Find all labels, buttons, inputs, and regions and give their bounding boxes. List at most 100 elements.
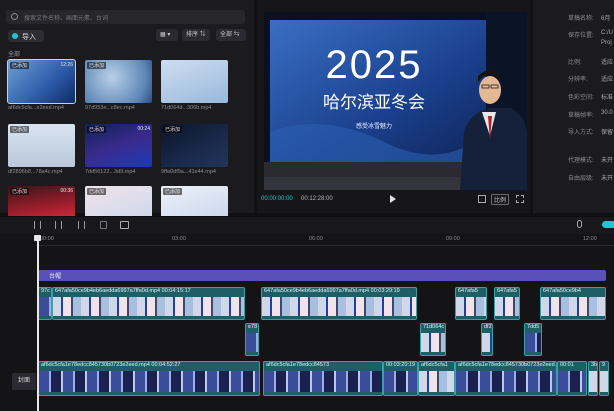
clip-duration: 00:22 [137, 188, 150, 194]
search-input[interactable]: 搜索文件名称、画面元素、台词 [6, 10, 245, 24]
clip-title: af6dc5cfa1e78edcc84573 [266, 362, 329, 368]
clip-filmstrip [456, 297, 486, 316]
ruler-label: 12:00 [583, 236, 597, 242]
image-icon[interactable] [120, 221, 129, 229]
property-value: 适应 [601, 60, 614, 66]
microphone-icon[interactable] [577, 220, 582, 228]
added-badge: 已添加 [87, 62, 107, 69]
property-label: 自由层级: [568, 176, 594, 182]
clip-filmstrip [264, 371, 382, 392]
clip-title: 71d064c [423, 324, 445, 330]
cover-button[interactable]: 封面 [12, 373, 36, 390]
added-badge: 已添加 [163, 126, 183, 133]
property-value: 30.0 [601, 110, 613, 116]
property-label: 比例: [568, 60, 582, 66]
timeline-clip[interactable]: 647afa5 [455, 287, 487, 320]
play-icon[interactable] [390, 195, 396, 203]
timeline-clip[interactable]: 00:03:20:19 [383, 361, 418, 396]
clip-filmstrip [558, 371, 586, 392]
sort-button[interactable]: 排序 ⇅ [182, 29, 210, 41]
filter-button[interactable]: 全部 ⇆ [216, 29, 246, 41]
media-clip[interactable]: 已添加 12:26 [7, 59, 76, 104]
search-placeholder: 搜索文件名称、画面元素、台词 [24, 16, 109, 22]
video-title-text: 哈尔滨亚冬会 [323, 93, 425, 113]
clip-filename: 9ffa0df9a...41e44.mp4 [161, 169, 216, 175]
playhead-handle[interactable] [34, 235, 41, 241]
split-icon[interactable] [34, 221, 41, 229]
plus-icon [12, 33, 18, 39]
clip-filmstrip [419, 371, 454, 392]
video-subtitle: 感受冰雪魅力 [356, 122, 392, 130]
clip-title: 647afa50ce9b4eb6aedda6997a7ffa0d.mp4 00:… [264, 288, 400, 294]
ratio-button[interactable]: 比例 [491, 194, 510, 205]
clip-duration: 12:26 [60, 62, 73, 68]
split-right-icon[interactable] [78, 221, 85, 229]
clip-duration: 00:36 [60, 188, 73, 194]
timeline-clip[interactable]: 00:01 [557, 361, 587, 396]
split-left-icon[interactable] [55, 221, 62, 229]
clip-title: af6dc5cfa1e78edcc845730b0723e2eed.mp4 [458, 362, 557, 368]
clip-filename: 7dd56122...3d9.mp4 [85, 169, 136, 175]
property-label: 色彩空间: [568, 95, 594, 101]
ruler-label: 06:00 [309, 236, 323, 242]
view-mode-button[interactable]: ▦ ▾ [156, 29, 178, 41]
media-clip[interactable]: 已添加 [8, 124, 75, 167]
title-track[interactable]: 台帽 [38, 270, 606, 281]
crop-icon[interactable] [478, 195, 486, 203]
property-value: 未开 [601, 158, 614, 164]
timeline-clip[interactable]: af6dc5cfa1e78edcc84573 [263, 361, 383, 396]
clip-filmstrip [39, 371, 259, 392]
media-clip[interactable] [161, 60, 228, 103]
magnet-toggle[interactable] [602, 221, 614, 228]
added-badge: 已添加 [10, 126, 30, 133]
clip-filmstrip [456, 371, 556, 392]
delete-icon[interactable] [100, 221, 107, 229]
property-value: Proj [601, 40, 612, 46]
timeline-clip[interactable]: 647afa50ce9b4eb6aedda6997a7ffa0d.mp4 00:… [261, 287, 417, 320]
clip-filmstrip [246, 333, 258, 352]
clip-title: 647afa50ce9b4eb6aedda6997a7ffa0d.mp4 00:… [55, 288, 191, 294]
property-value: 标准 [601, 95, 614, 101]
media-clip[interactable]: 已添加 [161, 124, 228, 167]
timeline-clip[interactable]: af6dc5cfa1 [418, 361, 455, 396]
timeline-clip[interactable]: 647afa5 [494, 287, 520, 320]
import-button[interactable]: 导入 [8, 30, 44, 42]
media-clip[interactable]: 已添加 [85, 60, 152, 103]
timeline-clip[interactable]: 647afa50ce9b4 [540, 287, 606, 320]
clip-filename: 71d064d...306b.mp4 [161, 105, 212, 111]
timeline-clip[interactable]: 647afa50ce9b4eb6aedda6997a7ffa0d.mp4 00:… [52, 287, 245, 320]
clip-filmstrip [421, 333, 445, 352]
timeline-clip[interactable]: af6dc5cfa1e78edcc845730b0723e2eed.mp4 [455, 361, 557, 396]
timeline-clip[interactable]: e78 [245, 323, 259, 356]
title-track-label: 台帽 [49, 274, 62, 280]
search-icon [11, 13, 18, 20]
clip-filmstrip [541, 297, 605, 316]
clip-filmstrip [262, 297, 416, 316]
property-value: 适应 [601, 77, 614, 83]
property-label: 代理模式: [568, 158, 594, 164]
clip-title: e78 [248, 324, 258, 330]
timeline-clip[interactable]: df2 [481, 323, 493, 356]
timeline-clip[interactable]: 9 [599, 361, 609, 396]
timeline-clip[interactable]: 7dd5 [524, 323, 542, 356]
clip-filmstrip [495, 297, 519, 316]
fullscreen-icon[interactable] [516, 195, 524, 203]
clip-filmstrip [53, 297, 244, 316]
video-preview[interactable]: 2025 哈尔滨亚冬会 感受冰雪魅力 [264, 12, 527, 190]
clip-title: af6dc5cfa1 [421, 362, 448, 368]
timeline-clip[interactable]: 71d064c [420, 323, 446, 356]
media-clip[interactable]: 已添加 00:24 [85, 124, 152, 167]
timeline-clip[interactable]: af6dc5cfa1e78edcc845730b0723e2eed.mp4 00… [38, 361, 260, 396]
property-label: 草稿帧率: [568, 113, 594, 119]
video-title-number: 2025 [326, 43, 423, 87]
clip-title: 647afa50ce9b4 [543, 288, 581, 294]
timeline-clip[interactable]: 3b [588, 361, 598, 396]
current-timecode: 00:00:00:00 [261, 196, 293, 202]
playhead[interactable] [37, 236, 39, 411]
clip-title: 9 [602, 362, 606, 368]
time-ruler[interactable] [36, 236, 614, 246]
added-badge: 已添加 [87, 188, 107, 195]
clip-filmstrip [482, 333, 492, 352]
timeline-clip[interactable]: 97c [38, 287, 52, 320]
property-label: 导入方式: [568, 130, 594, 136]
